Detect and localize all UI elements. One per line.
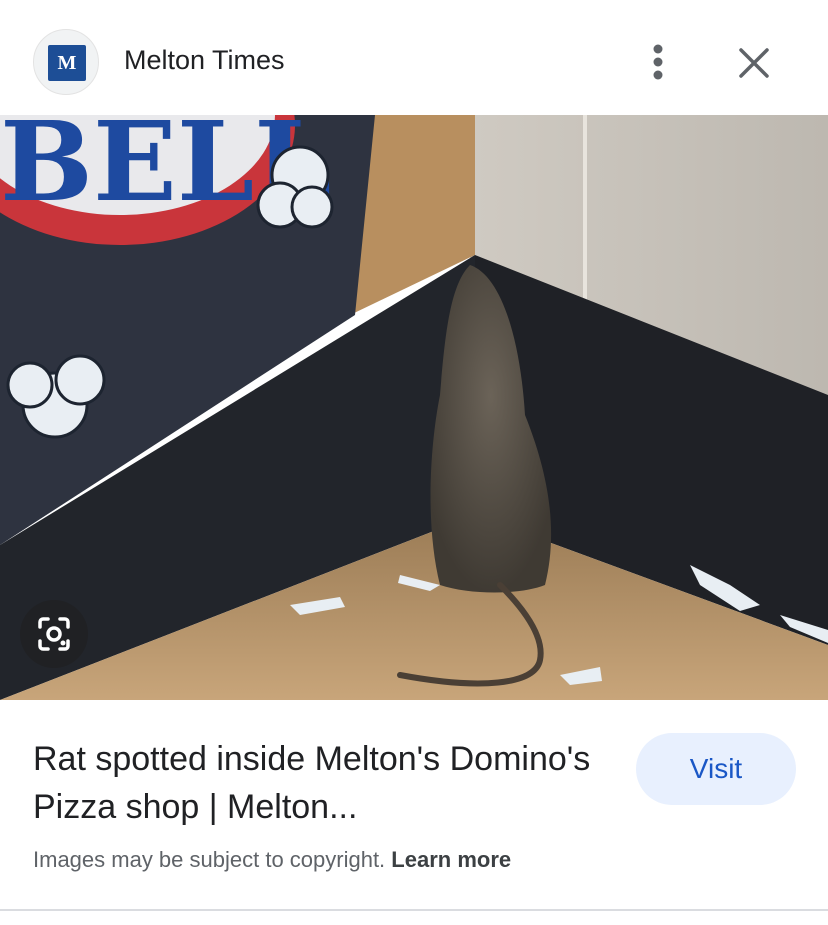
- visit-button[interactable]: Visit: [636, 733, 796, 805]
- preview-image[interactable]: BELL: [0, 115, 828, 700]
- copyright-notice: Images may be subject to copyright. Lear…: [33, 847, 511, 873]
- close-button[interactable]: [731, 40, 777, 86]
- divider: [0, 909, 828, 911]
- more-vert-icon: [653, 44, 663, 80]
- copyright-text: Images may be subject to copyright.: [33, 847, 386, 872]
- lens-button[interactable]: [20, 600, 88, 668]
- site-name[interactable]: Melton Times: [124, 45, 285, 76]
- site-favicon[interactable]: M: [33, 29, 99, 95]
- learn-more-link[interactable]: Learn more: [391, 847, 511, 872]
- site-logo: M: [48, 45, 86, 81]
- lens-icon: [38, 617, 70, 651]
- more-options-button[interactable]: [638, 40, 678, 86]
- result-title[interactable]: Rat spotted inside Melton's Domino's Piz…: [33, 735, 593, 831]
- close-icon: [739, 48, 769, 78]
- viewer-header: M Melton Times: [0, 0, 828, 115]
- rat-photo: BELL: [0, 115, 828, 700]
